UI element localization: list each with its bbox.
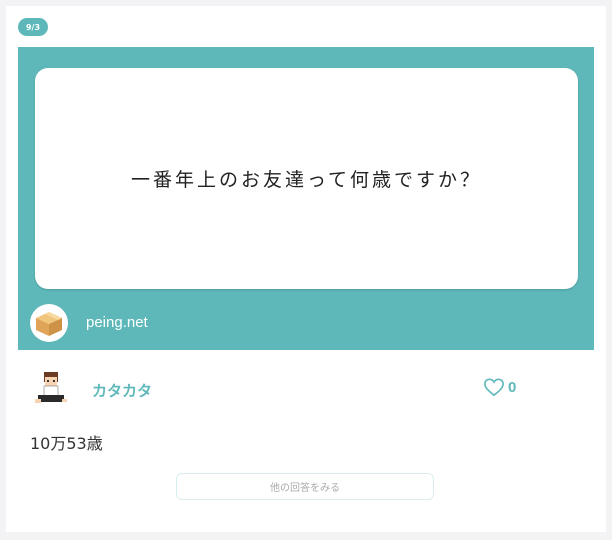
question-box: 一番年上のお友達って何歳ですか？ peing.net: [18, 47, 594, 350]
see-other-answers-button[interactable]: 他の回答をみる: [176, 473, 434, 500]
answer-text: 10万53歳: [30, 434, 103, 453]
like-button[interactable]: 0: [483, 377, 516, 397]
like-count: 0: [508, 378, 517, 396]
cardboard-box-icon: [30, 304, 68, 342]
user-name[interactable]: カタカタ: [92, 380, 152, 401]
pixel-character-avatar[interactable]: [32, 368, 72, 408]
see-other-answers-label: 他の回答をみる: [270, 483, 340, 494]
answer-card: 9/3 一番年上のお友達って何歳ですか？ peing.net カタカタ 0 10…: [6, 6, 606, 532]
site-name[interactable]: peing.net: [86, 314, 148, 331]
question-card: 一番年上のお友達って何歳ですか？: [35, 68, 578, 289]
date-badge: 9/3: [18, 18, 48, 36]
heart-outline-icon: [484, 378, 504, 397]
question-text: 一番年上のお友達って何歳ですか？: [130, 169, 483, 191]
date-badge-text: 9/3: [25, 22, 41, 32]
